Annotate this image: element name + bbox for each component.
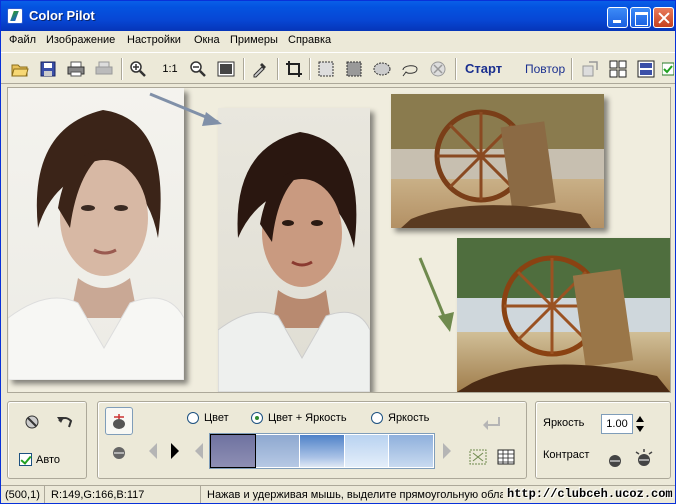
mark-icon[interactable] <box>469 449 487 465</box>
zoom-in-icon[interactable] <box>127 58 149 80</box>
contrast-increase-icon[interactable] <box>633 447 655 469</box>
menu-windows[interactable]: Окна <box>194 34 220 46</box>
zoom-out-icon[interactable] <box>187 58 209 80</box>
watermark-text: http://clubceh.ucoz.com <box>507 487 673 501</box>
transform-arrow-icon-2 <box>418 257 454 332</box>
transfer-icon[interactable] <box>579 58 601 80</box>
balance-icon[interactable] <box>111 443 127 461</box>
status-hint: Нажав и удерживая мышь, выделите прямоуг… <box>207 489 503 501</box>
freehand-select-icon[interactable] <box>399 58 421 80</box>
corrected-wheel-image <box>457 238 670 392</box>
variant-thumbnail[interactable] <box>300 435 344 467</box>
mode-color-label: Цвет <box>204 412 229 424</box>
checkmark-icon[interactable] <box>661 58 675 80</box>
variant-thumbnail[interactable] <box>210 434 256 468</box>
menu-bar: Файл Изображение Настройки Окна Примеры … <box>1 31 675 51</box>
print-icon[interactable] <box>65 58 87 80</box>
prev-variant-icon[interactable] <box>193 441 205 461</box>
mode-brightness-radio[interactable]: Яркость <box>371 412 429 424</box>
menu-file[interactable]: Файл <box>9 34 36 46</box>
open-folder-icon[interactable] <box>9 58 31 80</box>
eyedropper-icon[interactable] <box>249 58 271 80</box>
undo-icon[interactable] <box>55 413 75 431</box>
variant-thumbnail[interactable] <box>389 435 433 467</box>
variant-thumbnails <box>209 433 435 469</box>
table-icon[interactable] <box>497 449 515 465</box>
mode-color-brightness-radio-dot[interactable] <box>251 412 263 424</box>
auto-checkbox-label: Авто <box>36 453 60 466</box>
contrast-label: Контраст <box>543 449 590 461</box>
variant-thumbnail[interactable] <box>255 435 300 467</box>
play-icon[interactable] <box>169 441 181 461</box>
mode-color-brightness-radio[interactable]: Цвет + Яркость <box>251 412 347 424</box>
status-coords: (500,1) <box>1 486 45 503</box>
rect-select-icon[interactable] <box>315 58 337 80</box>
brightness-spinner-icon[interactable] <box>635 414 645 434</box>
mode-color-radio[interactable]: Цвет <box>187 412 229 424</box>
lasso-icon[interactable] <box>371 58 393 80</box>
original-portrait-image <box>8 88 184 380</box>
app-logo-icon <box>7 8 23 24</box>
actual-size-button[interactable]: 1:1 <box>157 58 183 80</box>
menu-help[interactable]: Справка <box>288 34 331 46</box>
app-window: Color Pilot Файл Изображение Настройки О… <box>0 0 676 504</box>
save-disk-icon[interactable] <box>37 58 59 80</box>
transform-arrow-icon <box>149 92 222 126</box>
image-canvas[interactable] <box>7 87 671 393</box>
start-button[interactable]: Старт <box>465 61 502 76</box>
window-title: Color Pilot <box>29 8 95 23</box>
reset-icon[interactable] <box>23 413 41 431</box>
minimize-button[interactable] <box>607 7 628 28</box>
mode-color-brightness-label: Цвет + Яркость <box>268 412 347 424</box>
toolbar: 1:1 Старт Повтор <box>1 52 675 84</box>
auto-panel <box>7 401 87 479</box>
next-variant-icon[interactable] <box>441 441 453 461</box>
scale-balance-icon <box>113 414 125 429</box>
repeat-button[interactable]: Повтор <box>525 62 565 76</box>
compare-view-icon[interactable] <box>635 58 657 80</box>
maximize-button[interactable] <box>630 7 651 28</box>
balance-mode-button[interactable] <box>105 407 133 435</box>
mode-brightness-label: Яркость <box>388 412 430 424</box>
menu-examples[interactable]: Примеры <box>230 34 278 46</box>
fit-window-icon[interactable] <box>215 58 237 80</box>
contrast-decrease-icon[interactable] <box>607 451 623 469</box>
corrected-portrait-image <box>218 108 370 392</box>
brightness-input[interactable]: 1.00 <box>601 414 633 434</box>
auto-checkbox[interactable]: Авто <box>19 453 60 466</box>
rect-select-fill-icon[interactable] <box>343 58 365 80</box>
mode-brightness-radio-dot[interactable] <box>371 412 383 424</box>
variant-thumbnail[interactable] <box>344 435 389 467</box>
close-button[interactable] <box>653 7 674 28</box>
print-preview-icon[interactable] <box>93 58 115 80</box>
crop-icon[interactable] <box>283 58 305 80</box>
clear-selection-icon[interactable] <box>427 58 449 80</box>
menu-image[interactable]: Изображение <box>46 34 115 46</box>
mode-color-radio-dot[interactable] <box>187 412 199 424</box>
title-bar[interactable]: Color Pilot <box>1 1 675 31</box>
scroll-left-icon[interactable] <box>147 441 159 461</box>
auto-checkbox-box[interactable] <box>19 453 32 466</box>
menu-settings[interactable]: Настройки <box>127 34 181 46</box>
apply-return-icon[interactable] <box>481 415 503 433</box>
original-wheel-image <box>391 94 604 228</box>
grid-view-icon[interactable] <box>607 58 629 80</box>
brightness-label: Яркость <box>543 417 585 429</box>
status-rgb: R:149,G:166,B:117 <box>47 486 201 503</box>
